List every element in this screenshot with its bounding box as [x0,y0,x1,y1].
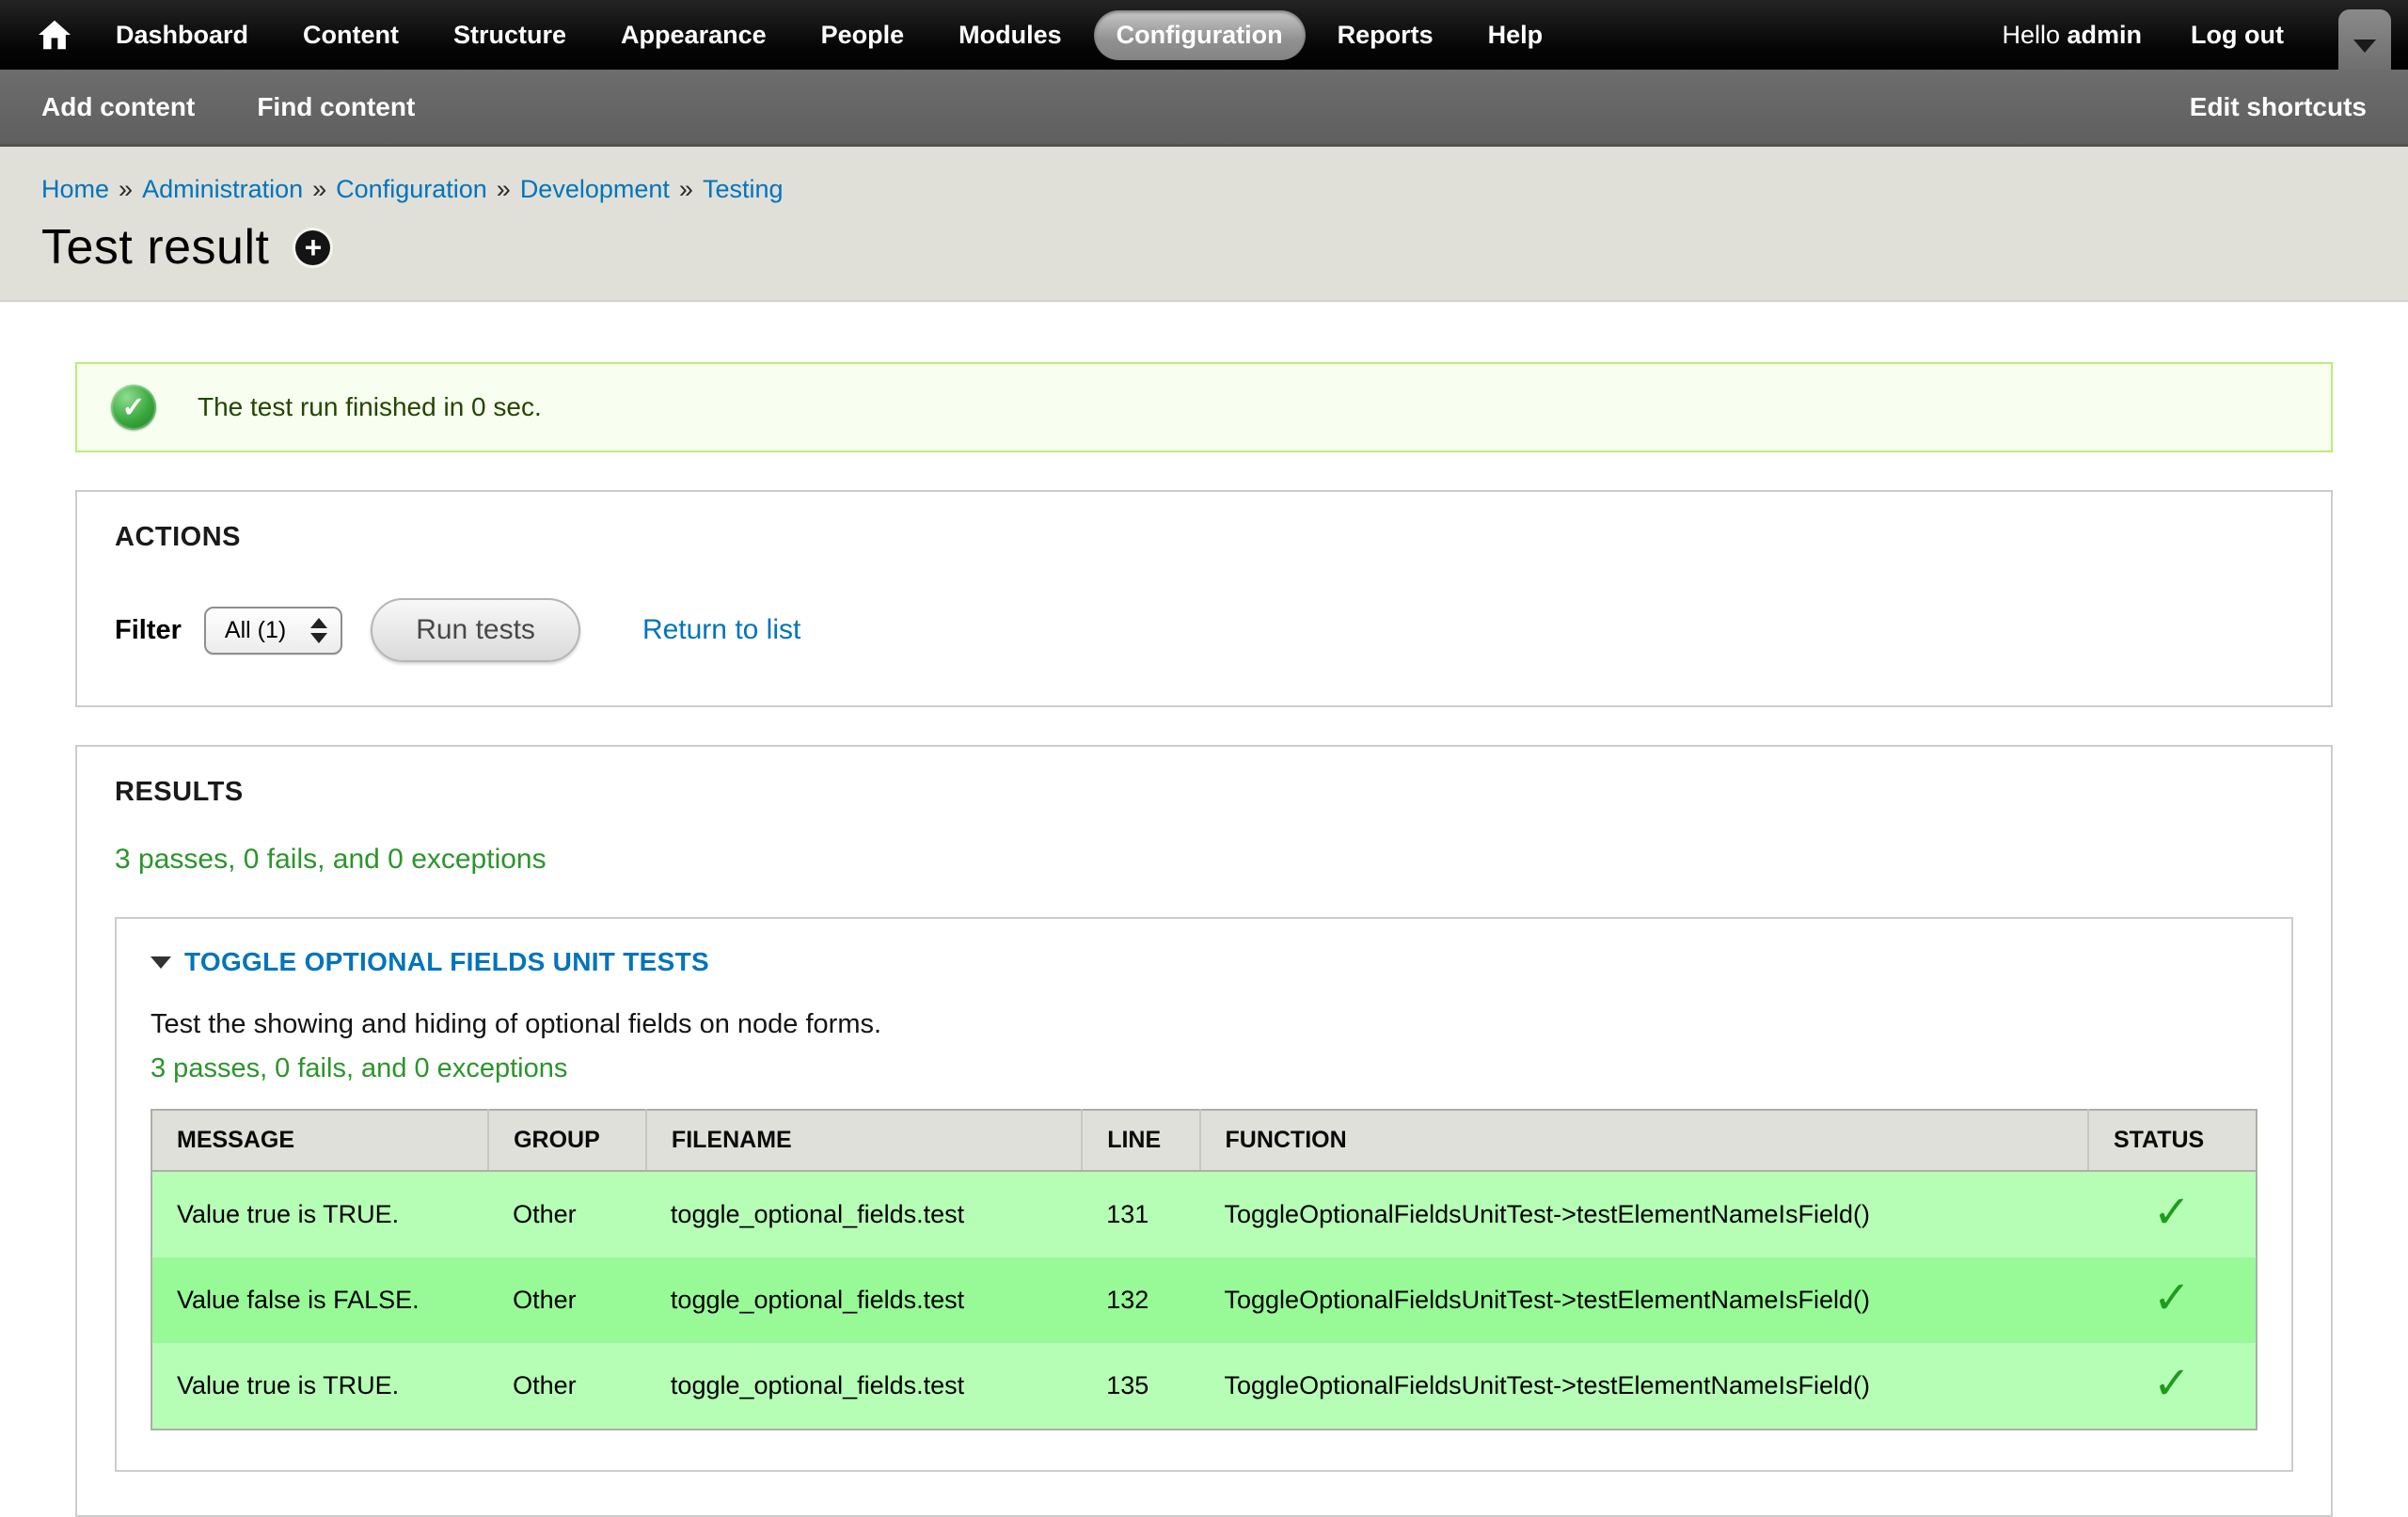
col-header-function: FUNCTION [1200,1110,2088,1171]
status-ok-icon: ✓ [111,385,156,430]
cell-filename: toggle_optional_fields.test [646,1343,1082,1430]
toolbar-drawer-toggle-button[interactable] [2338,9,2391,70]
status-message-text: The test run finished in 0 sec. [198,392,542,422]
main-content: ✓ The test run finished in 0 sec. ACTION… [0,362,2408,1517]
breadcrumb-administration[interactable]: Administration [142,175,303,203]
test-group-fieldset: TOGGLE OPTIONAL FIELDS UNIT TESTS Test t… [115,917,2293,1472]
cell-message: Value true is TRUE. [151,1343,488,1430]
toolbar-item-people[interactable]: People [799,10,927,60]
col-header-status: STATUS [2088,1110,2257,1171]
page-title: Test result [41,219,269,276]
status-message: ✓ The test run finished in 0 sec. [75,362,2333,452]
page-header: Home » Administration » Configuration » Develo… [0,147,2408,302]
breadcrumb: Home » Administration » Configuration » Develo… [41,175,2367,204]
edit-shortcuts-link[interactable]: Edit shortcuts [2190,92,2367,122]
col-header-group: GROUP [488,1110,646,1171]
add-to-shortcuts-icon[interactable]: + [295,230,330,265]
user-greeting: Hello admin [2002,21,2142,50]
col-header-message: MESSAGE [151,1110,488,1171]
shortcut-bar: Add content Find content Edit shortcuts [0,70,2408,147]
collapse-arrow-icon [150,956,171,969]
cell-line: 135 [1082,1343,1199,1430]
cell-status: ✓ [2088,1257,2257,1343]
breadcrumb-separator: » [679,175,693,203]
cell-message: Value true is TRUE. [151,1171,488,1257]
username: admin [2067,21,2143,49]
cell-line: 132 [1082,1257,1199,1343]
breadcrumb-configuration[interactable]: Configuration [336,175,487,203]
admin-toolbar: Dashboard Content Structure Appearance P… [0,0,2408,70]
table-header-row: MESSAGE GROUP FILENAME LINE FUNCTION STA… [151,1110,2257,1171]
breadcrumb-separator: » [497,175,511,203]
toolbar-item-modules[interactable]: Modules [936,10,1085,60]
cell-status: ✓ [2088,1171,2257,1257]
results-summary: 3 passes, 0 fails, and 0 exceptions [115,844,2293,876]
test-group-summary: 3 passes, 0 fails, and 0 exceptions [150,1053,2258,1084]
cell-message: Value false is FALSE. [151,1257,488,1343]
cell-group: Other [488,1343,646,1430]
shortcut-add-content[interactable]: Add content [41,92,195,122]
toolbar-item-configuration[interactable]: Configuration [1094,10,1306,60]
cell-function: ToggleOptionalFieldsUnitTest->testElemen… [1200,1171,2088,1257]
col-header-line: LINE [1082,1110,1199,1171]
breadcrumb-separator: » [119,175,133,203]
cell-group: Other [488,1257,646,1343]
test-group-description: Test the showing and hiding of optional … [150,1009,2258,1040]
select-stepper-icon [310,618,327,643]
filter-select-value: All (1) [225,617,286,644]
cell-status: ✓ [2088,1343,2257,1430]
table-row: Value false is FALSE. Other toggle_optio… [151,1257,2257,1343]
table-row: Value true is TRUE. Other toggle_optiona… [151,1343,2257,1430]
shortcut-find-content[interactable]: Find content [257,92,415,122]
actions-fieldset: ACTIONS Filter All (1) Run tests Return … [75,490,2333,707]
cell-group: Other [488,1171,646,1257]
cell-filename: toggle_optional_fields.test [646,1171,1082,1257]
filter-select[interactable]: All (1) [204,607,342,655]
toolbar-menu: Dashboard Content Structure Appearance P… [88,10,1570,60]
test-results-table: MESSAGE GROUP FILENAME LINE FUNCTION STA… [150,1109,2258,1430]
greeting-prefix: Hello [2002,21,2060,49]
chevron-down-icon [2353,40,2376,53]
pass-check-icon: ✓ [2153,1188,2191,1238]
home-icon[interactable] [21,0,88,70]
pass-check-icon: ✓ [2153,1273,2191,1323]
actions-legend: ACTIONS [115,522,2293,553]
test-group-title[interactable]: TOGGLE OPTIONAL FIELDS UNIT TESTS [150,947,2258,977]
pass-check-icon: ✓ [2153,1359,2191,1409]
breadcrumb-testing[interactable]: Testing [703,175,784,203]
toolbar-item-help[interactable]: Help [1465,10,1566,60]
breadcrumb-home[interactable]: Home [41,175,109,203]
return-to-list-link[interactable]: Return to list [642,614,800,646]
test-group-title-text: TOGGLE OPTIONAL FIELDS UNIT TESTS [184,947,709,977]
cell-filename: toggle_optional_fields.test [646,1257,1082,1343]
filter-label: Filter [115,615,182,646]
toolbar-item-structure[interactable]: Structure [431,10,589,60]
run-tests-button[interactable]: Run tests [371,598,580,662]
cell-line: 131 [1082,1171,1199,1257]
toolbar-item-dashboard[interactable]: Dashboard [93,10,271,60]
breadcrumb-development[interactable]: Development [520,175,670,203]
toolbar-item-reports[interactable]: Reports [1315,10,1456,60]
logout-link[interactable]: Log out [2191,21,2284,50]
toolbar-item-appearance[interactable]: Appearance [598,10,789,60]
toolbar-item-content[interactable]: Content [280,10,421,60]
table-row: Value true is TRUE. Other toggle_optiona… [151,1171,2257,1257]
cell-function: ToggleOptionalFieldsUnitTest->testElemen… [1200,1343,2088,1430]
cell-function: ToggleOptionalFieldsUnitTest->testElemen… [1200,1257,2088,1343]
breadcrumb-separator: » [312,175,326,203]
results-legend: RESULTS [115,777,2293,808]
col-header-filename: FILENAME [646,1110,1082,1171]
results-fieldset: RESULTS 3 passes, 0 fails, and 0 excepti… [75,745,2333,1517]
